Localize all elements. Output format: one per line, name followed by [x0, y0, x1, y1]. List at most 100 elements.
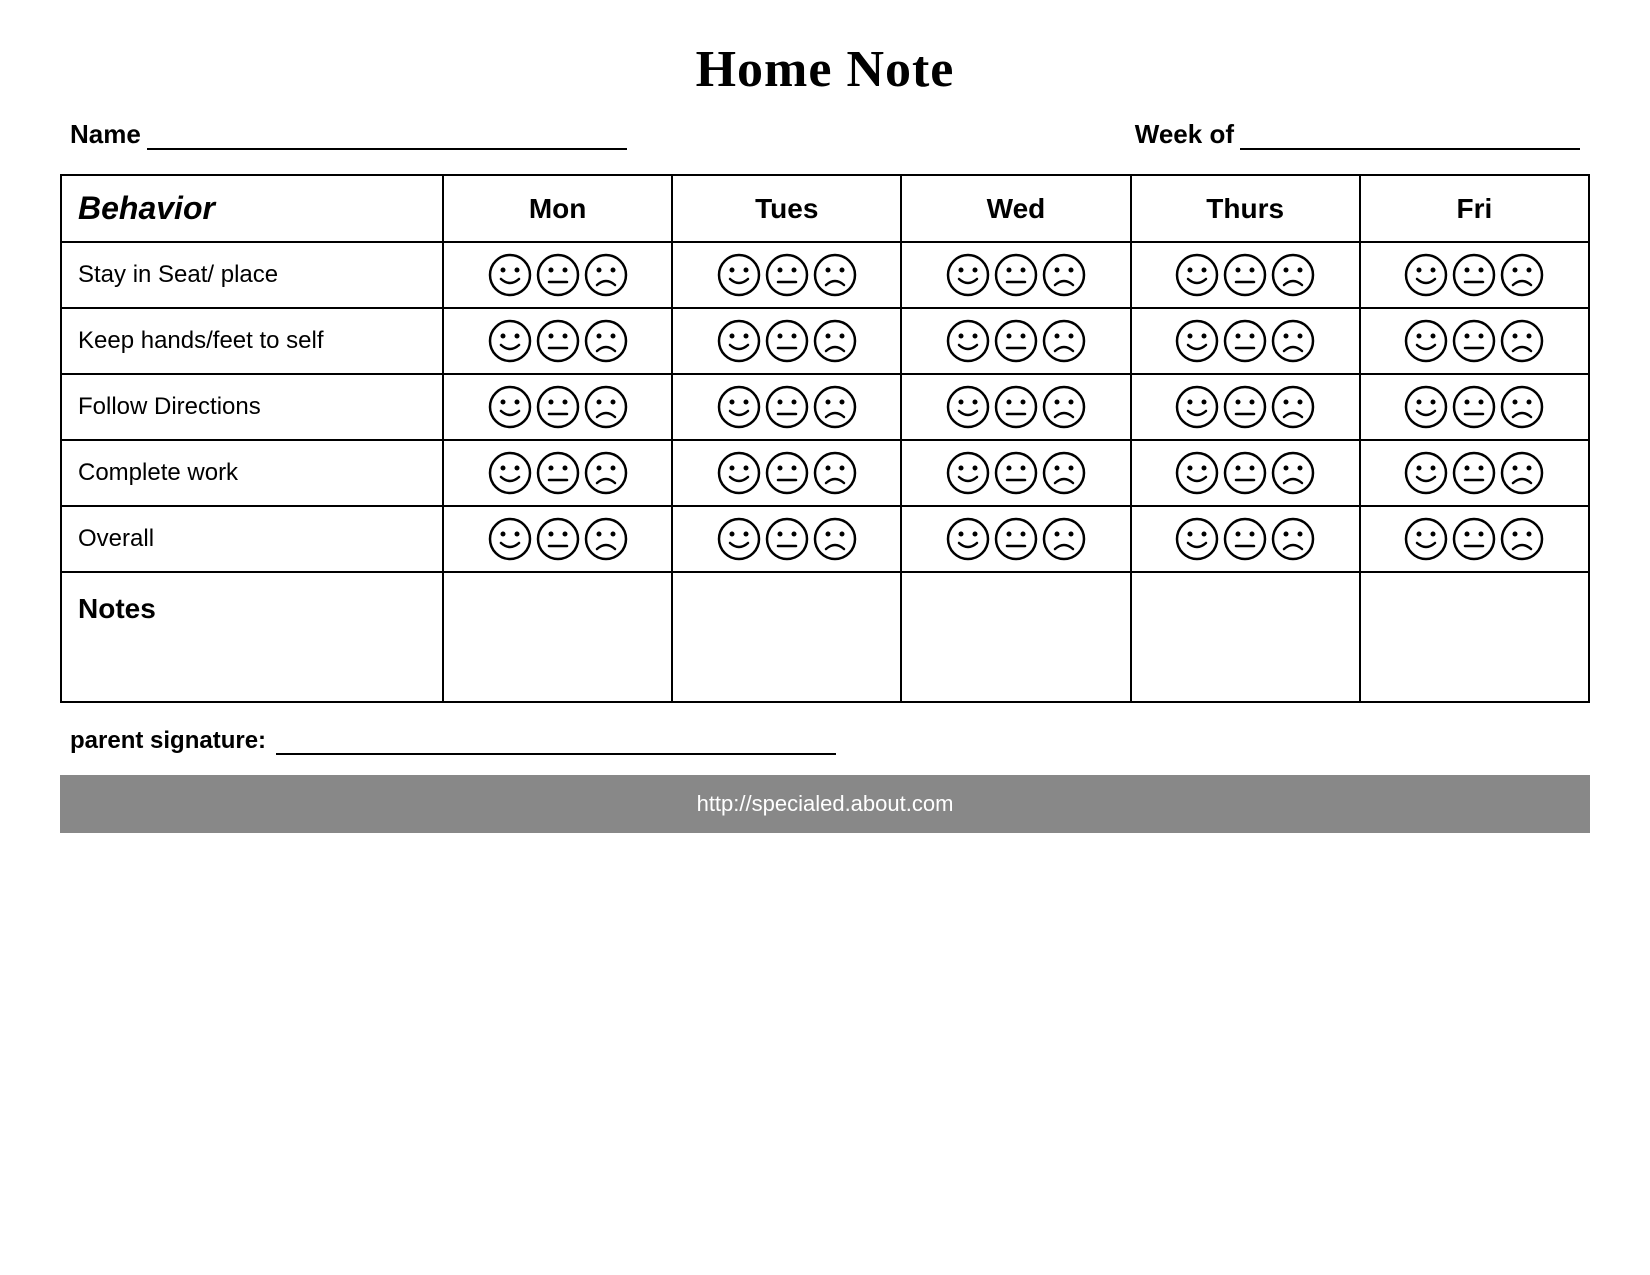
happy-face-icon [1175, 253, 1219, 297]
table-row: Keep hands/feet to self [61, 308, 1589, 374]
neutral-face-icon [994, 451, 1038, 495]
footer-bar: http://specialed.about.com [60, 775, 1590, 833]
happy-face-icon [1175, 517, 1219, 561]
happy-face-icon [717, 451, 761, 495]
notes-tues [672, 572, 901, 702]
tues-cell-3 [672, 440, 901, 506]
page-title: Home Note [60, 40, 1590, 99]
sad-face-icon [1271, 385, 1315, 429]
sig-label: parent signature: [70, 727, 266, 755]
sad-face-icon [1271, 319, 1315, 363]
happy-face-icon [1404, 451, 1448, 495]
happy-face-icon [1404, 253, 1448, 297]
behavior-table: Behavior Mon Tues Wed Thurs Fri Stay in … [60, 174, 1590, 703]
neutral-face-icon [994, 253, 1038, 297]
sad-face-icon [1500, 385, 1544, 429]
table-row: Stay in Seat/ place [61, 242, 1589, 308]
week-label: Week of [1135, 119, 1234, 150]
fri-cell-0 [1360, 242, 1589, 308]
tues-cell-2 [672, 374, 901, 440]
notes-label: Notes [61, 572, 443, 702]
name-row: Name Week of [60, 119, 1590, 150]
neutral-face-icon [1223, 385, 1267, 429]
fri-header: Fri [1360, 175, 1589, 242]
neutral-face-icon [536, 319, 580, 363]
mon-cell-3 [443, 440, 672, 506]
sad-face-icon [1042, 517, 1086, 561]
fri-cell-3 [1360, 440, 1589, 506]
mon-cell-2 [443, 374, 672, 440]
happy-face-icon [1404, 319, 1448, 363]
name-underline [147, 126, 627, 150]
neutral-face-icon [994, 517, 1038, 561]
week-underline [1240, 126, 1580, 150]
sad-face-icon [584, 517, 628, 561]
sad-face-icon [1500, 517, 1544, 561]
happy-face-icon [1175, 385, 1219, 429]
parent-signature: parent signature: [60, 727, 1590, 755]
happy-face-icon [1175, 451, 1219, 495]
sad-face-icon [1500, 451, 1544, 495]
happy-face-icon [1404, 517, 1448, 561]
wed-cell-1 [901, 308, 1130, 374]
behavior-cell: Follow Directions [61, 374, 443, 440]
wed-header: Wed [901, 175, 1130, 242]
behavior-cell: Complete work [61, 440, 443, 506]
week-field: Week of [1135, 119, 1580, 150]
thurs-cell-4 [1131, 506, 1360, 572]
behavior-cell: Stay in Seat/ place [61, 242, 443, 308]
wed-cell-2 [901, 374, 1130, 440]
happy-face-icon [946, 253, 990, 297]
sad-face-icon [1500, 319, 1544, 363]
table-row: Complete work [61, 440, 1589, 506]
neutral-face-icon [1452, 451, 1496, 495]
happy-face-icon [488, 319, 532, 363]
sad-face-icon [1042, 451, 1086, 495]
thurs-cell-2 [1131, 374, 1360, 440]
happy-face-icon [488, 451, 532, 495]
tues-cell-1 [672, 308, 901, 374]
neutral-face-icon [765, 517, 809, 561]
neutral-face-icon [765, 253, 809, 297]
neutral-face-icon [1223, 517, 1267, 561]
neutral-face-icon [994, 385, 1038, 429]
sad-face-icon [813, 253, 857, 297]
notes-fri [1360, 572, 1589, 702]
neutral-face-icon [765, 385, 809, 429]
behavior-header: Behavior [61, 175, 443, 242]
sig-underline [276, 731, 836, 755]
sad-face-icon [584, 253, 628, 297]
thurs-cell-0 [1131, 242, 1360, 308]
happy-face-icon [488, 517, 532, 561]
notes-mon [443, 572, 672, 702]
footer-url: http://specialed.about.com [697, 791, 954, 816]
sad-face-icon [813, 451, 857, 495]
happy-face-icon [717, 385, 761, 429]
neutral-face-icon [765, 319, 809, 363]
wed-cell-0 [901, 242, 1130, 308]
mon-cell-1 [443, 308, 672, 374]
name-label: Name [70, 119, 141, 150]
happy-face-icon [1404, 385, 1448, 429]
notes-wed [901, 572, 1130, 702]
table-row: Follow Directions [61, 374, 1589, 440]
neutral-face-icon [1452, 319, 1496, 363]
neutral-face-icon [536, 451, 580, 495]
happy-face-icon [717, 517, 761, 561]
mon-header: Mon [443, 175, 672, 242]
neutral-face-icon [536, 253, 580, 297]
fri-cell-4 [1360, 506, 1589, 572]
happy-face-icon [946, 319, 990, 363]
tues-cell-0 [672, 242, 901, 308]
sad-face-icon [584, 385, 628, 429]
happy-face-icon [717, 319, 761, 363]
neutral-face-icon [765, 451, 809, 495]
neutral-face-icon [1223, 319, 1267, 363]
notes-row: Notes [61, 572, 1589, 702]
sad-face-icon [1271, 517, 1315, 561]
sad-face-icon [1271, 253, 1315, 297]
mon-cell-0 [443, 242, 672, 308]
header-row: Behavior Mon Tues Wed Thurs Fri [61, 175, 1589, 242]
sad-face-icon [584, 319, 628, 363]
happy-face-icon [946, 517, 990, 561]
